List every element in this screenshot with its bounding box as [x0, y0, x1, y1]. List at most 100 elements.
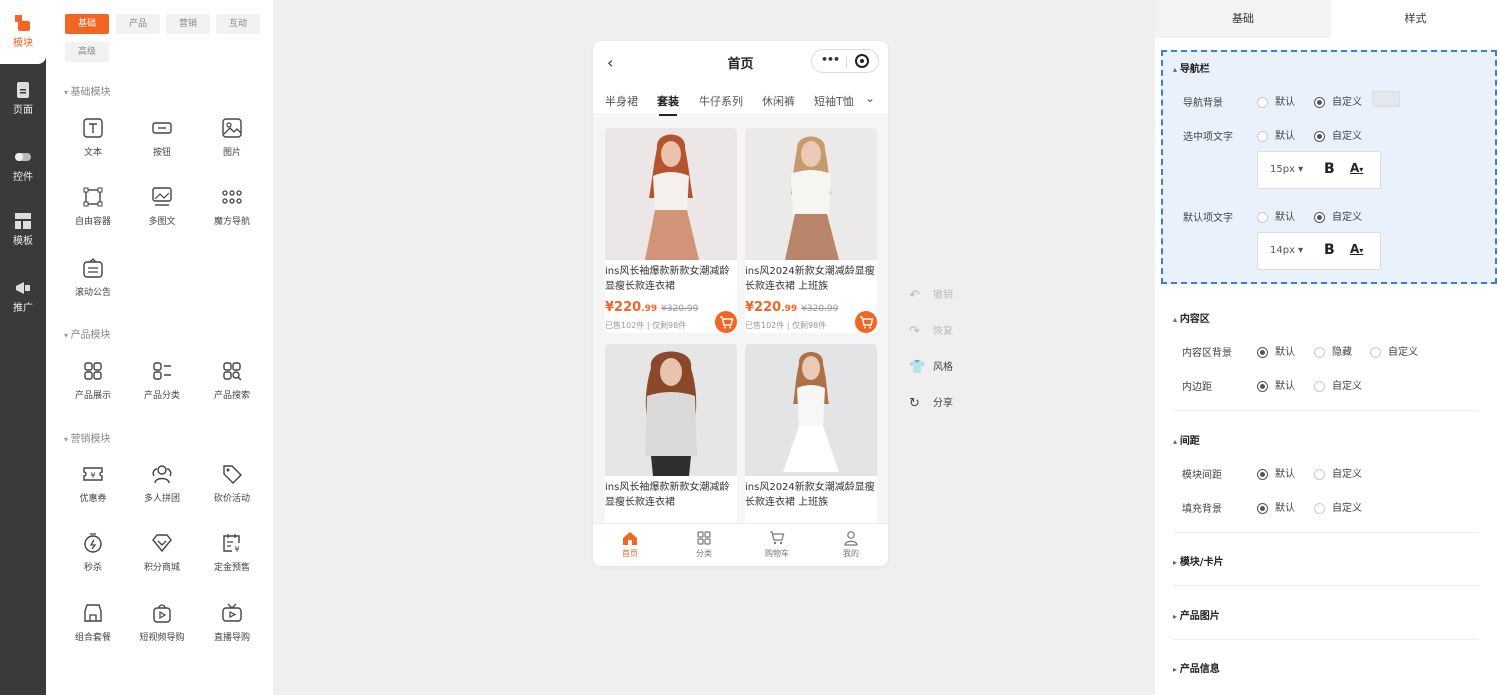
chevron-down-icon[interactable]: ⌄ [865, 91, 875, 105]
module-spacing-default-radio[interactable]: 默认 [1257, 465, 1295, 480]
phone-preview[interactable]: ‹ 首页 ••• 半身裙 套装 牛仔系列 休闲裤 短袖T恤 ⌄ ins风长袖爆款… [593, 41, 888, 566]
tab-tshirt[interactable]: 短袖T恤 [814, 93, 854, 109]
tool-marquee[interactable]: 滚动公告 [63, 257, 123, 298]
tab-casual-pants[interactable]: 休闲裤 [762, 93, 795, 109]
nav-bg-default-radio[interactable]: 默认 [1257, 93, 1295, 108]
font-size-select[interactable]: 14px ▾ [1270, 245, 1303, 256]
tool-multi-image-text[interactable]: 多图文 [132, 186, 192, 227]
font-color-picker[interactable]: A▾ [1350, 242, 1363, 256]
add-to-cart-button[interactable] [855, 311, 877, 333]
product-image[interactable] [605, 344, 737, 476]
share-button[interactable]: ↻ 分享 [909, 394, 969, 411]
product-image-section-title[interactable]: 产品图片 [1173, 607, 1220, 622]
rail-label: 页面 [13, 105, 33, 116]
add-to-cart-button[interactable] [715, 311, 737, 333]
close-target-icon[interactable] [855, 54, 869, 68]
model-photo [605, 344, 737, 476]
default-text-default-radio[interactable]: 默认 [1257, 208, 1295, 223]
tool-live[interactable]: 直播导购 [202, 602, 262, 643]
tabbar-profile[interactable]: 我的 [826, 530, 876, 559]
font-size-select[interactable]: 15px ▾ [1270, 164, 1303, 175]
tool-button[interactable]: 按钮 [132, 117, 192, 158]
product-price: ¥220.99 ¥320.99 [745, 300, 839, 315]
bold-toggle[interactable]: B [1324, 161, 1335, 177]
tool-group-buy[interactable]: 多人拼团 [132, 463, 192, 504]
rail-item-promote[interactable]: 推广 [0, 279, 46, 314]
tool-short-video[interactable]: 短视频导购 [132, 602, 192, 643]
selected-text-default-radio[interactable]: 默认 [1257, 127, 1295, 142]
tab-basic[interactable]: 基础 [1155, 0, 1331, 38]
chip-marketing[interactable]: 营销 [166, 14, 210, 34]
tabbar-home[interactable]: 首页 [605, 530, 655, 559]
undo-button[interactable]: ↶ 撤销 [909, 286, 969, 303]
tab-denim[interactable]: 牛仔系列 [699, 93, 743, 109]
product-card[interactable]: ins风长袖爆款新款女潮减龄显瘦长款连衣裙 [605, 344, 737, 523]
tool-product-search[interactable]: 产品搜索 [202, 360, 262, 401]
tab-skirt[interactable]: 半身裙 [605, 93, 638, 109]
product-card[interactable]: ins风2024新款女潮减龄显瘦长款连衣裙 上班族 [745, 344, 877, 523]
chip-basic[interactable]: 基础 [65, 14, 109, 34]
tool-free-container[interactable]: 自由容器 [63, 186, 123, 227]
product-card[interactable]: ins风2024新款女潮减龄显瘦长款连衣裙 上班族 ¥220.99 ¥320.99… [745, 128, 877, 333]
nav-bg-color-swatch[interactable] [1372, 91, 1400, 107]
padding-default-radio[interactable]: 默认 [1257, 377, 1295, 392]
content-bg-default-radio[interactable]: 默认 [1257, 343, 1295, 358]
rail-item-widget[interactable]: 控件 [0, 148, 46, 183]
redo-button[interactable]: ↷ 恢复 [909, 322, 969, 339]
shirt-icon: 👕 [909, 359, 926, 375]
section-title-marketing[interactable]: 营销模块 [64, 430, 111, 445]
chip-product[interactable]: 产品 [116, 14, 160, 34]
tabbar-cart[interactable]: 购物车 [752, 530, 802, 559]
tool-image[interactable]: 图片 [202, 117, 262, 158]
mini-program-capsule[interactable]: ••• [811, 49, 879, 73]
tool-bargain[interactable]: 砍价活动 [202, 463, 262, 504]
content-bg-hidden-radio[interactable]: 隐藏 [1314, 343, 1352, 358]
cube-nav-icon [222, 190, 242, 204]
nav-bar-section-title[interactable]: 导航栏 [1173, 60, 1210, 75]
tab-style[interactable]: 样式 [1331, 0, 1500, 38]
phone-nav-bar[interactable]: ‹ 首页 ••• [593, 41, 888, 81]
nav-bg-custom-radio[interactable]: 自定义 [1314, 93, 1362, 108]
tool-product-display[interactable]: 产品展示 [63, 360, 123, 401]
tag-icon [223, 465, 242, 484]
tool-cube-nav[interactable]: 魔方导航 [202, 186, 262, 227]
tool-coupon[interactable]: ¥ 优惠券 [63, 463, 123, 504]
spacing-section-title[interactable]: 间距 [1173, 432, 1200, 447]
card-section-title[interactable]: 模块/卡片 [1173, 553, 1224, 568]
product-image[interactable] [745, 344, 877, 476]
tool-combo[interactable]: 组合套餐 [63, 602, 123, 643]
tool-deposit-presale[interactable]: ¥ 定金预售 [202, 532, 262, 573]
chip-interaction[interactable]: 互动 [216, 14, 260, 34]
content-section-title[interactable]: 内容区 [1173, 310, 1210, 325]
font-color-picker[interactable]: A▾ [1350, 161, 1363, 175]
product-image[interactable] [745, 128, 877, 260]
tab-suit[interactable]: 套装 [657, 93, 679, 116]
module-spacing-custom-radio[interactable]: 自定义 [1314, 465, 1362, 480]
tool-text[interactable]: 文本 [63, 117, 123, 158]
fill-bg-default-radio[interactable]: 默认 [1257, 499, 1295, 514]
fill-bg-custom-radio[interactable]: 自定义 [1314, 499, 1362, 514]
style-button[interactable]: 👕 风格 [909, 358, 969, 375]
rail-item-module[interactable]: 模块 [0, 14, 46, 49]
divider [1173, 532, 1479, 533]
more-icon[interactable]: ••• [821, 53, 840, 66]
default-text-custom-radio[interactable]: 自定义 [1314, 208, 1362, 223]
tabbar-category[interactable]: 分类 [679, 530, 729, 559]
original-price: ¥320.99 [801, 304, 839, 314]
chip-advanced[interactable]: 高级 [65, 42, 109, 62]
selected-text-custom-radio[interactable]: 自定义 [1314, 127, 1362, 142]
bold-toggle[interactable]: B [1324, 242, 1335, 258]
product-info-section-title[interactable]: 产品信息 [1173, 660, 1220, 675]
padding-custom-radio[interactable]: 自定义 [1314, 377, 1362, 392]
product-card[interactable]: ins风长袖爆款新款女潮减龄显瘦长款连衣裙 ¥220.99 ¥320.99 已售1… [605, 128, 737, 333]
section-title-product[interactable]: 产品模块 [64, 326, 111, 341]
content-bg-custom-radio[interactable]: 自定义 [1370, 343, 1418, 358]
tool-flash-sale[interactable]: 秒杀 [63, 532, 123, 573]
tool-product-category[interactable]: 产品分类 [132, 360, 192, 401]
rail-item-page[interactable]: 页面 [0, 81, 46, 116]
tool-points-mall[interactable]: 积分商城 [132, 532, 192, 573]
rail-item-template[interactable]: 模板 [0, 212, 46, 247]
group-icon [152, 465, 172, 484]
section-title-basic[interactable]: 基础模块 [64, 83, 111, 98]
product-image[interactable] [605, 128, 737, 260]
